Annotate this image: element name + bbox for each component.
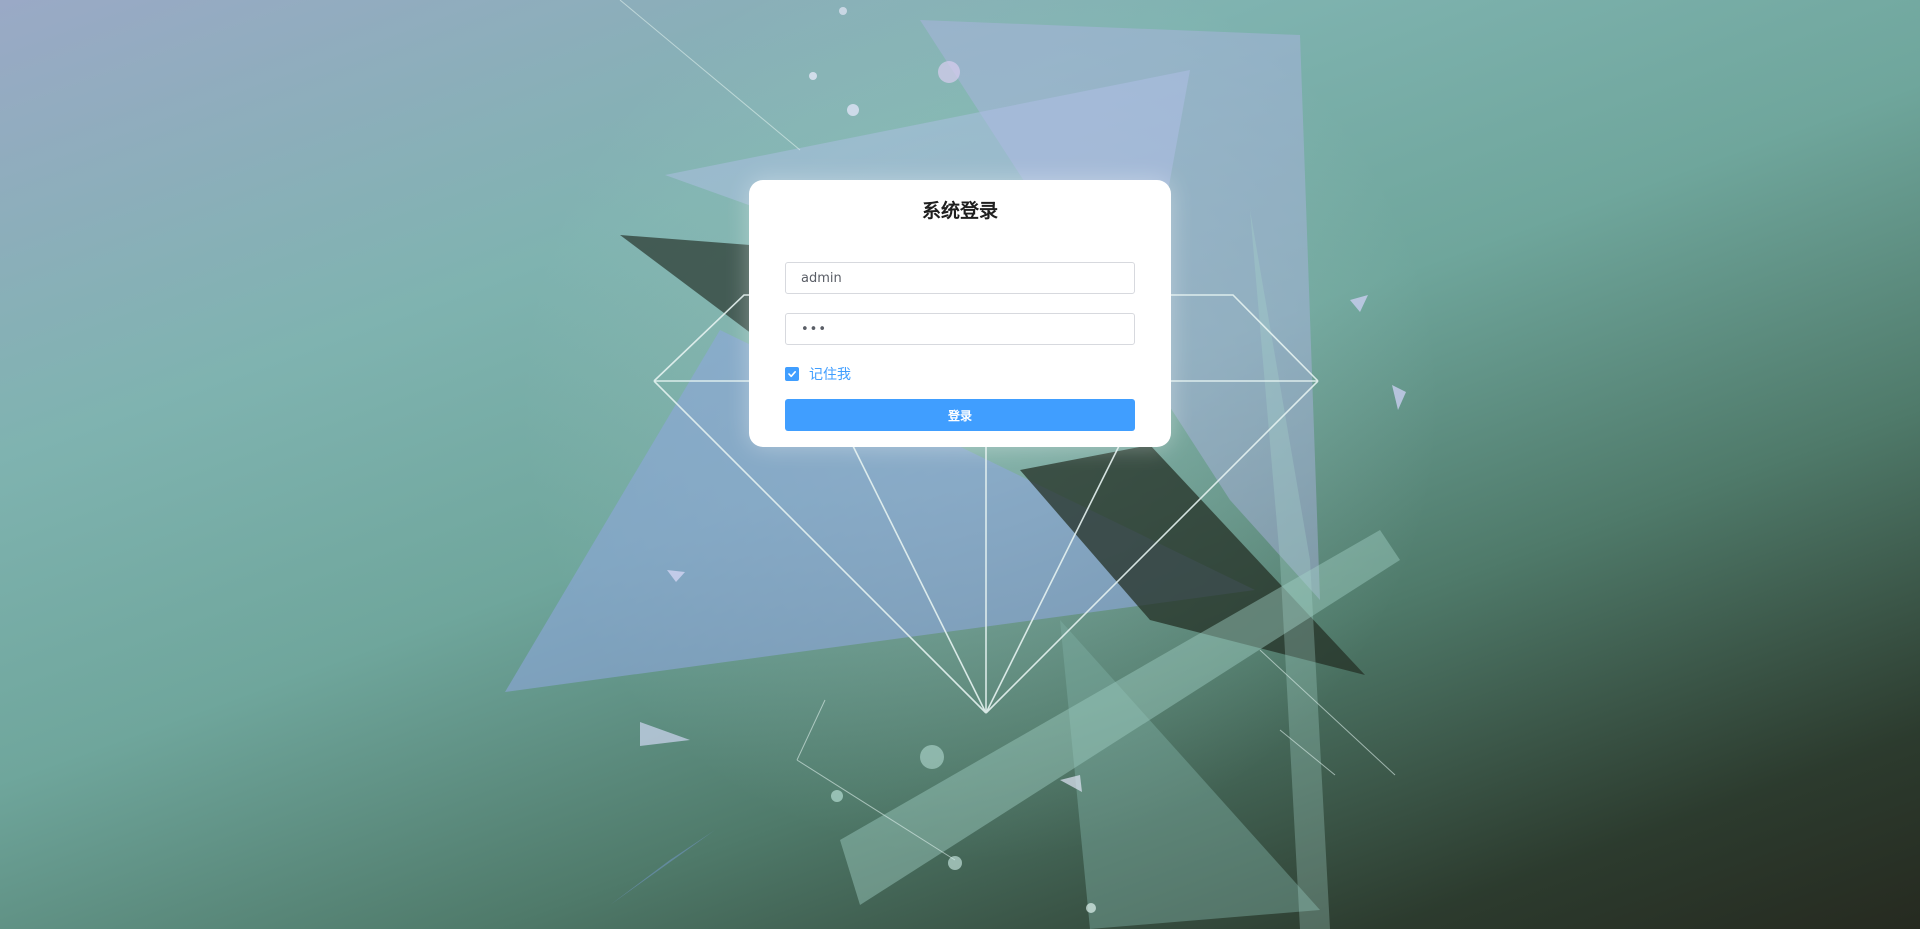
login-button[interactable]: 登录 xyxy=(785,399,1135,431)
login-page: 系统登录 记住我 登录 xyxy=(0,0,1920,929)
password-input[interactable] xyxy=(785,313,1135,345)
remember-me-label[interactable]: 记住我 xyxy=(809,364,851,384)
username-input[interactable] xyxy=(785,262,1135,294)
login-title: 系统登录 xyxy=(921,200,998,222)
login-card: 系统登录 记住我 登录 xyxy=(749,180,1171,447)
check-icon[interactable] xyxy=(785,367,799,381)
remember-me-checkbox[interactable]: 记住我 xyxy=(785,364,851,384)
background-geometric-illustration xyxy=(505,0,1440,929)
